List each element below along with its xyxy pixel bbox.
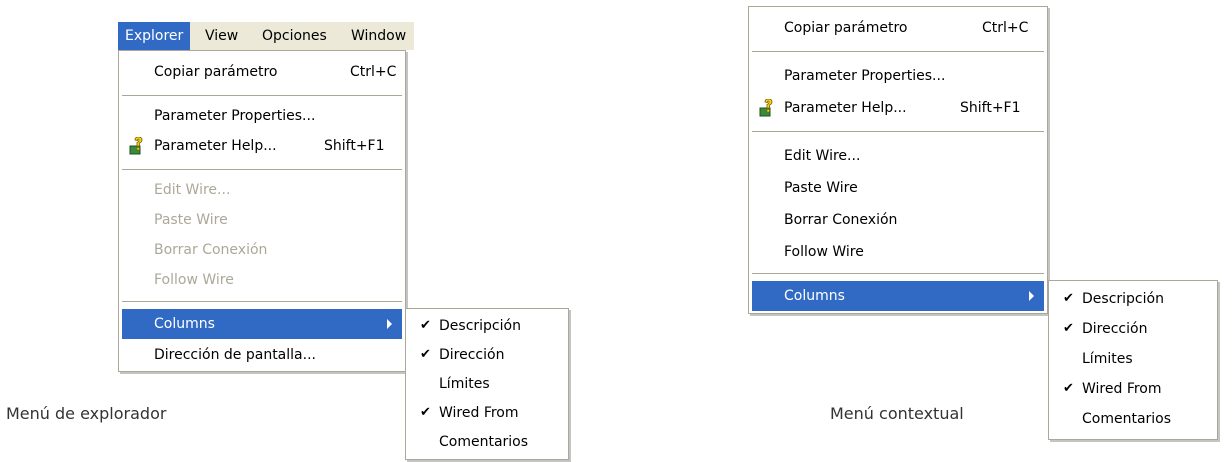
item-label: Borrar Conexión	[154, 242, 268, 258]
menu-opciones[interactable]: Opciones	[255, 22, 334, 50]
paste-wire-item[interactable]: Paste Wire	[122, 205, 402, 235]
parameter-properties-item[interactable]: Parameter Properties...	[122, 101, 402, 131]
copy-parameter-item[interactable]: Copiar parámetro Ctrl+C	[122, 57, 402, 87]
item-label: Parameter Properties...	[784, 68, 946, 84]
edit-wire-item[interactable]: Edit Wire...	[752, 141, 1044, 171]
item-label: Parameter Help...	[784, 100, 907, 116]
submenu-arrow-icon	[387, 319, 392, 329]
shortcut-label: Ctrl+C	[982, 20, 1029, 36]
paste-wire-item[interactable]: Paste Wire	[752, 173, 1044, 203]
parameter-properties-item[interactable]: Parameter Properties...	[752, 61, 1044, 91]
item-label: Columns	[154, 316, 215, 332]
item-label: Copiar parámetro	[154, 64, 278, 80]
checkmark-icon: ✔	[1063, 381, 1074, 396]
item-label: Follow Wire	[784, 244, 864, 260]
explorer-menu: Copiar parámetro Ctrl+C Parameter Proper…	[118, 50, 406, 372]
column-option-descripcion[interactable]: ✔ Descripción	[409, 311, 565, 341]
shortcut-label: Ctrl+C	[350, 64, 397, 80]
item-label: Parameter Help...	[154, 138, 277, 154]
menu-explorer[interactable]: Explorer	[118, 22, 191, 50]
separator	[122, 301, 402, 303]
shortcut-label: Shift+F1	[324, 138, 385, 154]
columns-submenu: ✔ Descripción ✔ Dirección Límites ✔ Wire…	[1048, 280, 1218, 440]
column-option-direccion[interactable]: ✔ Dirección	[1052, 314, 1214, 344]
parameter-help-item[interactable]: Parameter Help... Shift+F1	[752, 93, 1044, 123]
borrar-conexion-item[interactable]: Borrar Conexión	[122, 235, 402, 265]
column-option-descripcion[interactable]: ✔ Descripción	[1052, 284, 1214, 314]
separator	[122, 169, 402, 171]
item-label: Parameter Properties...	[154, 108, 316, 124]
caption-context-menu: Menú contextual	[830, 404, 964, 423]
parameter-help-icon	[129, 137, 143, 155]
item-label: Columns	[784, 288, 845, 304]
item-label: Edit Wire...	[154, 182, 231, 198]
item-label: Dirección de pantalla...	[154, 347, 316, 363]
item-label: Comentarios	[1082, 411, 1172, 427]
item-label: Descripción	[1082, 291, 1164, 307]
item-label: Paste Wire	[784, 180, 858, 196]
item-label: Límites	[439, 376, 490, 392]
follow-wire-item[interactable]: Follow Wire	[122, 265, 402, 295]
checkmark-icon: ✔	[420, 347, 431, 362]
item-label: Borrar Conexión	[784, 212, 898, 228]
edit-wire-item[interactable]: Edit Wire...	[122, 175, 402, 205]
item-label: Comentarios	[439, 434, 529, 450]
columns-submenu: ✔ Descripción ✔ Dirección Límites ✔ Wire…	[405, 308, 569, 460]
menu-window[interactable]: Window	[344, 22, 413, 50]
parameter-help-icon	[759, 99, 773, 117]
separator	[752, 51, 1044, 53]
checkmark-icon: ✔	[1063, 291, 1074, 306]
shortcut-label: Shift+F1	[960, 100, 1021, 116]
copy-parameter-item[interactable]: Copiar parámetro Ctrl+C	[752, 13, 1044, 43]
checkmark-icon: ✔	[1063, 321, 1074, 336]
submenu-arrow-icon	[1029, 291, 1034, 301]
separator	[122, 95, 402, 97]
item-label: Dirección	[1082, 321, 1148, 337]
column-option-limites[interactable]: Límites	[409, 369, 565, 399]
column-option-direccion[interactable]: ✔ Dirección	[409, 340, 565, 370]
item-label: Copiar parámetro	[784, 20, 908, 36]
checkmark-icon: ✔	[420, 405, 431, 420]
column-option-comentarios[interactable]: Comentarios	[1052, 404, 1214, 434]
column-option-wired-from[interactable]: ✔ Wired From	[409, 398, 565, 428]
item-label: Dirección	[439, 347, 505, 363]
borrar-conexion-item[interactable]: Borrar Conexión	[752, 205, 1044, 235]
separator	[752, 131, 1044, 133]
columns-item[interactable]: Columns	[752, 281, 1044, 311]
item-label: Descripción	[439, 318, 521, 334]
direccion-pantalla-item[interactable]: Dirección de pantalla...	[122, 340, 402, 370]
item-label: Paste Wire	[154, 212, 228, 228]
caption-explorer-menu: Menú de explorador	[6, 404, 167, 423]
context-menu: Copiar parámetro Ctrl+C Parameter Proper…	[748, 6, 1048, 314]
follow-wire-item[interactable]: Follow Wire	[752, 237, 1044, 267]
menubar: Explorer View Opciones Window	[118, 22, 414, 50]
item-label: Wired From	[1082, 381, 1162, 397]
columns-item[interactable]: Columns	[122, 309, 402, 339]
item-label: Edit Wire...	[784, 148, 861, 164]
column-option-comentarios[interactable]: Comentarios	[409, 427, 565, 457]
checkmark-icon: ✔	[420, 318, 431, 333]
separator	[752, 273, 1044, 275]
column-option-wired-from[interactable]: ✔ Wired From	[1052, 374, 1214, 404]
item-label: Follow Wire	[154, 272, 234, 288]
parameter-help-item[interactable]: Parameter Help... Shift+F1	[122, 131, 402, 161]
item-label: Wired From	[439, 405, 519, 421]
menu-view[interactable]: View	[198, 22, 245, 50]
column-option-limites[interactable]: Límites	[1052, 344, 1214, 374]
item-label: Límites	[1082, 351, 1133, 367]
